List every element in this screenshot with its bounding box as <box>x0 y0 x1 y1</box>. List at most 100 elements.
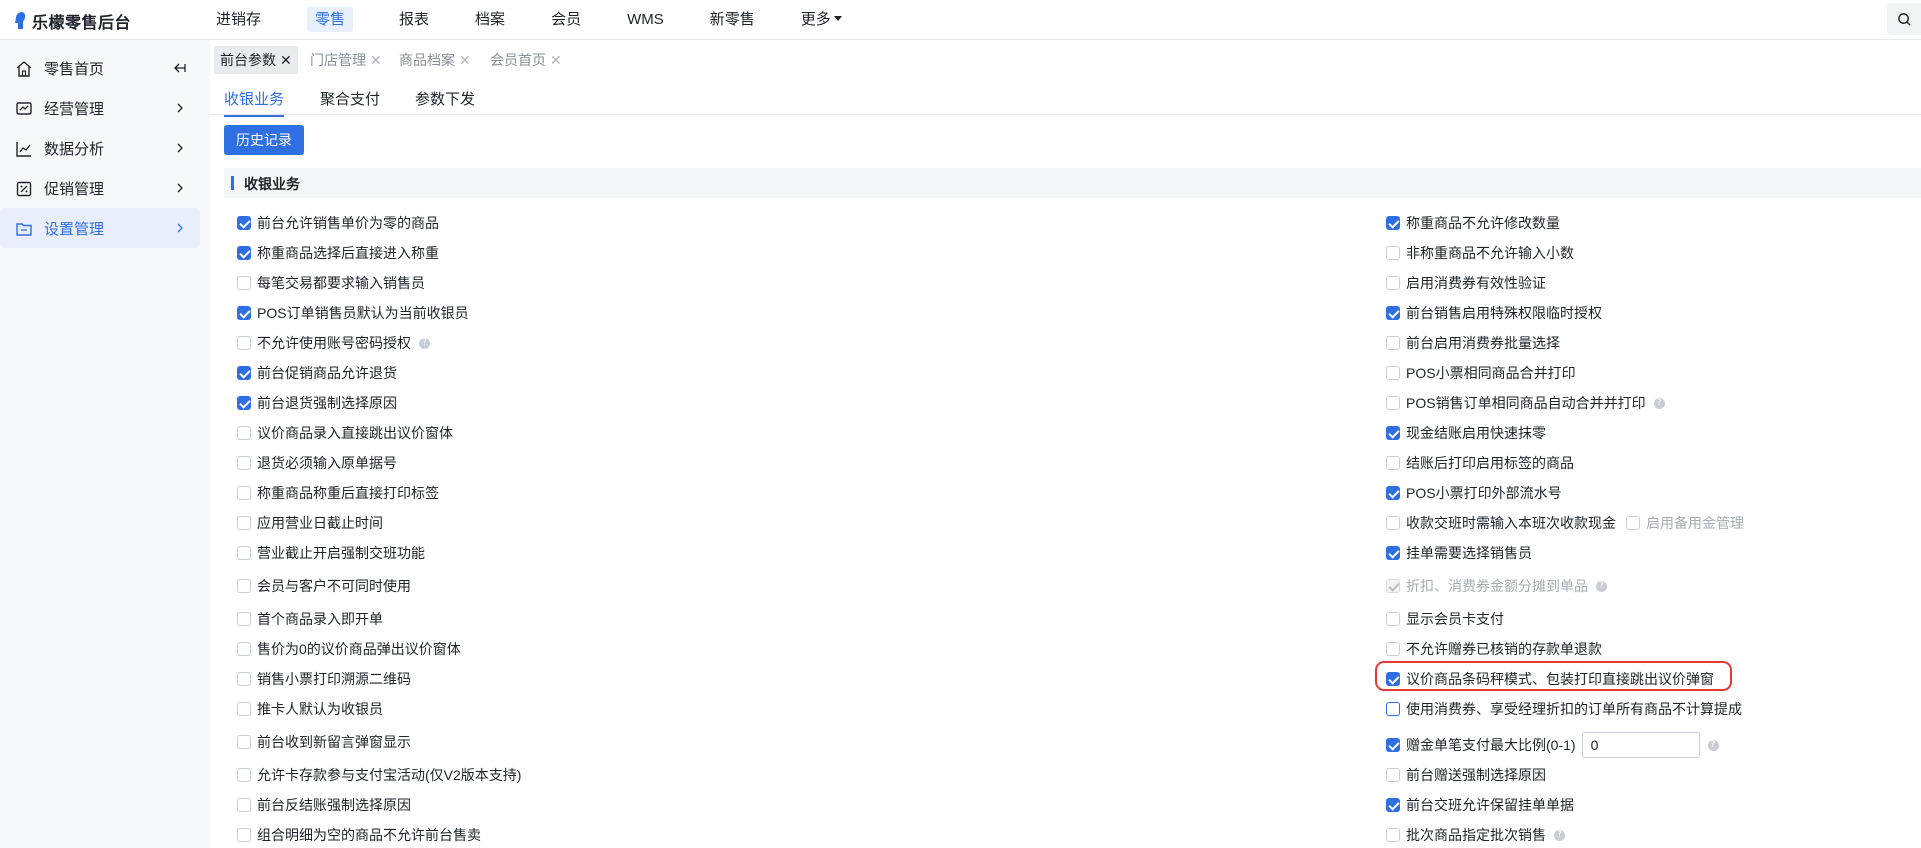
top-nav-item-new-retail[interactable]: 新零售 <box>698 0 767 39</box>
tab-store-management[interactable]: 门店管理 ✕ <box>310 48 382 72</box>
right-option-16[interactable]: 使用消费券、享受经理折扣的订单所有商品不计算提成 <box>1386 699 1742 719</box>
checkbox[interactable] <box>1626 516 1640 530</box>
tab-frontend-params[interactable]: 前台参数 ✕ <box>214 46 298 74</box>
app-logo[interactable]: 乐檬零售后台 <box>14 9 131 33</box>
left-option-16[interactable]: 推卡人默认为收银员 <box>237 699 383 719</box>
left-option-9[interactable]: 称重商品称重后直接打印标签 <box>237 483 439 503</box>
sidebar-item-data-analysis[interactable]: 数据分析 <box>0 128 200 168</box>
left-option-20[interactable]: 组合明细为空的商品不允许前台售卖 <box>237 825 481 845</box>
tab-member-home[interactable]: 会员首页 ✕ <box>490 48 562 72</box>
checkbox[interactable] <box>237 768 251 782</box>
checkbox[interactable] <box>1386 546 1400 560</box>
right-option-15[interactable]: 议价商品条码秤模式、包装打印直接跳出议价弹窗 <box>1386 669 1714 689</box>
top-nav-item-archive[interactable]: 档案 <box>463 0 517 39</box>
petty-cash-option[interactable]: 启用备用金管理 <box>1626 513 1744 533</box>
checkbox[interactable] <box>237 516 251 530</box>
checkbox[interactable] <box>1386 516 1400 530</box>
left-option-2[interactable]: 每笔交易都要求输入销售员 <box>237 273 425 293</box>
close-icon[interactable]: ✕ <box>280 52 292 69</box>
right-option-1[interactable]: 非称重商品不允许输入小数 <box>1386 243 1574 263</box>
top-nav-item-inventory[interactable]: 进销存 <box>204 0 273 39</box>
checkbox[interactable] <box>237 612 251 626</box>
checkbox[interactable] <box>1386 612 1400 626</box>
checkbox[interactable] <box>1386 828 1400 842</box>
checkbox[interactable] <box>1386 768 1400 782</box>
checkbox[interactable] <box>1386 396 1400 410</box>
left-option-1[interactable]: 称重商品选择后直接进入称重 <box>237 243 439 263</box>
checkbox[interactable] <box>237 396 251 410</box>
subtab-param-dispatch[interactable]: 参数下发 <box>415 88 475 115</box>
checkbox[interactable] <box>237 642 251 656</box>
checkbox[interactable] <box>1386 579 1400 593</box>
close-icon[interactable]: ✕ <box>550 52 562 69</box>
checkbox[interactable] <box>1386 738 1400 752</box>
left-option-7[interactable]: 议价商品录入直接跳出议价窗体 <box>237 423 453 443</box>
left-option-3[interactable]: POS订单销售员默认为当前收银员 <box>237 303 469 323</box>
checkbox[interactable] <box>1386 456 1400 470</box>
checkbox[interactable] <box>237 426 251 440</box>
checkbox[interactable] <box>1386 246 1400 260</box>
checkbox[interactable] <box>237 828 251 842</box>
right-option-2[interactable]: 启用消费券有效性验证 <box>1386 273 1546 293</box>
search-button[interactable] <box>1887 3 1921 35</box>
checkbox[interactable] <box>1386 672 1400 686</box>
checkbox[interactable] <box>1386 336 1400 350</box>
right-option-14[interactable]: 不允许赠券已核销的存款单退款 <box>1386 639 1602 659</box>
right-option-5[interactable]: POS小票相同商品合并打印 <box>1386 363 1576 383</box>
sidebar-item-settings[interactable]: 设置管理 <box>0 208 200 248</box>
checkbox[interactable] <box>237 798 251 812</box>
left-option-10[interactable]: 应用营业日截止时间 <box>237 513 383 533</box>
checkbox[interactable] <box>1386 426 1400 440</box>
checkbox[interactable] <box>237 216 251 230</box>
checkbox[interactable] <box>1386 486 1400 500</box>
checkbox[interactable] <box>1386 306 1400 320</box>
right-option-4[interactable]: 前台启用消费券批量选择 <box>1386 333 1560 353</box>
history-button[interactable]: 历史记录 <box>224 125 304 155</box>
left-option-15[interactable]: 销售小票打印溯源二维码 <box>237 669 411 689</box>
checkbox[interactable] <box>1386 366 1400 380</box>
top-nav-item-retail[interactable]: 零售 <box>295 0 365 39</box>
checkbox[interactable] <box>237 546 251 560</box>
checkbox[interactable] <box>1386 642 1400 656</box>
tab-product-archive[interactable]: 商品档案 ✕ <box>399 48 471 72</box>
help-icon[interactable]: ? <box>419 337 430 349</box>
left-option-4[interactable]: 不允许使用账号密码授权? <box>237 333 430 353</box>
sidebar-item-promotion[interactable]: 促销管理 <box>0 168 200 208</box>
right-option-12[interactable]: 折扣、消费券金额分摊到单品? <box>1386 576 1607 596</box>
checkbox[interactable] <box>237 456 251 470</box>
right-option-11[interactable]: 挂单需要选择销售员 <box>1386 543 1532 563</box>
top-nav-item-more[interactable]: 更多 <box>789 0 854 39</box>
left-option-18[interactable]: 允许卡存款参与支付宝活动(仅V2版本支持) <box>237 765 521 785</box>
left-option-0[interactable]: 前台允许销售单价为零的商品 <box>237 213 439 233</box>
right-option-7[interactable]: 现金结账启用快速抹零 <box>1386 423 1546 443</box>
right-option-18[interactable]: 前台赠送强制选择原因 <box>1386 765 1546 785</box>
left-option-6[interactable]: 前台退货强制选择原因 <box>237 393 397 413</box>
left-option-12[interactable]: 会员与客户不可同时使用 <box>237 576 411 596</box>
right-option-9[interactable]: POS小票打印外部流水号 <box>1386 483 1562 503</box>
left-option-11[interactable]: 营业截止开启强制交班功能 <box>237 543 425 563</box>
sidebar-item-retail-home[interactable]: 零售首页 <box>0 48 200 88</box>
checkbox[interactable] <box>237 366 251 380</box>
left-option-17[interactable]: 前台收到新留言弹窗显示 <box>237 732 411 752</box>
help-icon[interactable]: ? <box>1653 397 1665 409</box>
left-option-13[interactable]: 首个商品录入即开单 <box>237 609 383 629</box>
checkbox[interactable] <box>237 336 251 350</box>
help-icon[interactable]: ? <box>1596 580 1607 592</box>
collapse-sidebar-icon[interactable] <box>174 62 186 74</box>
checkbox[interactable] <box>237 672 251 686</box>
subtab-aggregate-payment[interactable]: 聚合支付 <box>320 88 380 115</box>
checkbox[interactable] <box>1386 276 1400 290</box>
help-icon[interactable]: ? <box>1707 739 1719 751</box>
right-option-19[interactable]: 前台交班允许保留挂单单据 <box>1386 795 1574 815</box>
left-option-19[interactable]: 前台反结账强制选择原因 <box>237 795 411 815</box>
right-option-8[interactable]: 结账后打印启用标签的商品 <box>1386 453 1574 473</box>
max-ratio-input[interactable] <box>1581 732 1700 758</box>
checkbox[interactable] <box>237 579 251 593</box>
right-option-20[interactable]: 批次商品指定批次销售? <box>1386 825 1565 845</box>
close-icon[interactable]: ✕ <box>459 52 471 69</box>
sidebar-item-operations[interactable]: 经营管理 <box>0 88 200 128</box>
right-option-13[interactable]: 显示会员卡支付 <box>1386 609 1504 629</box>
checkbox[interactable] <box>1386 798 1400 812</box>
subtab-cashier-business[interactable]: 收银业务 <box>224 88 285 117</box>
checkbox[interactable] <box>237 702 251 716</box>
